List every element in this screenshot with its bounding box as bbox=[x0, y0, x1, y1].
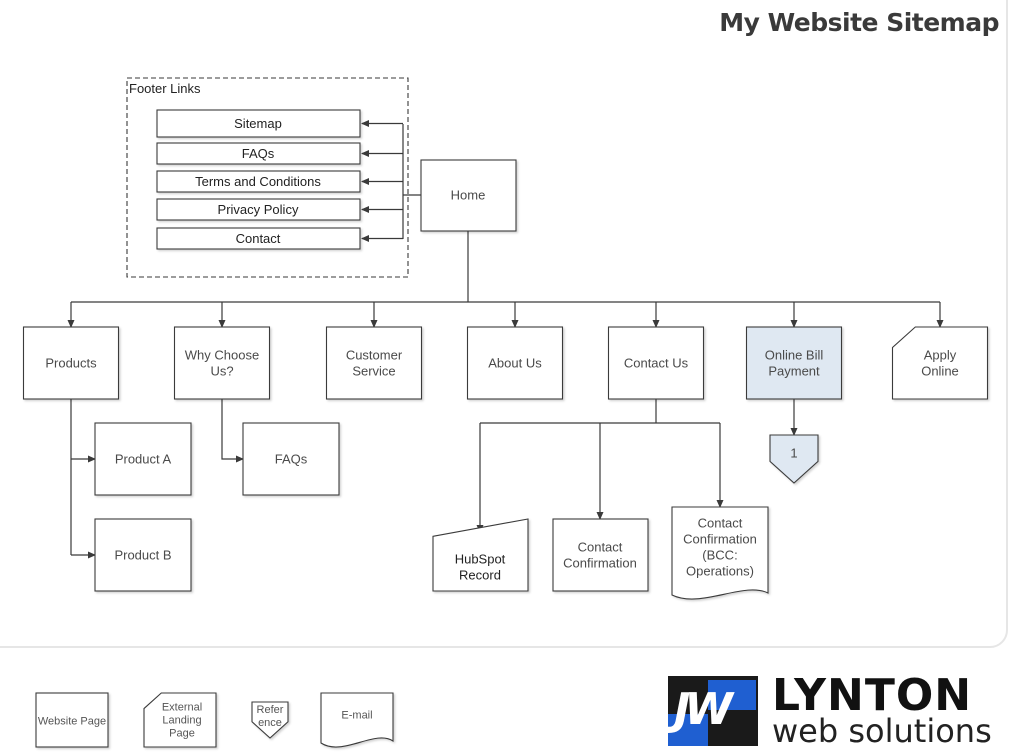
footer-link-label: FAQs bbox=[242, 146, 275, 161]
node-label-line: Refer bbox=[257, 704, 284, 716]
node-label-line: Confirmation bbox=[563, 556, 637, 571]
node-label-line: HubSpot bbox=[455, 552, 506, 567]
footer-link-terms-and-conditions: Terms and Conditions bbox=[156, 170, 361, 193]
node-label-line: Apply bbox=[924, 348, 957, 363]
billing-reference-label: 1 bbox=[790, 446, 797, 461]
node-label-line: Contact bbox=[236, 231, 281, 246]
footer-link-privacy-policy: Privacy Policy bbox=[156, 198, 361, 221]
node-label-line: External bbox=[162, 702, 202, 714]
node-label-line: Service bbox=[352, 364, 395, 379]
node-label-line: Why Choose bbox=[185, 348, 259, 363]
node-hubspot-record-label: HubSpot Record bbox=[455, 552, 506, 583]
node-customer-service-label: Customer Service bbox=[346, 348, 403, 379]
node-label-line: About Us bbox=[488, 356, 542, 371]
node-label-line: Operations) bbox=[686, 564, 754, 579]
node-products-label: Products bbox=[45, 356, 97, 371]
node-apply-online-label: Apply Online bbox=[921, 348, 959, 379]
node-label-line: Product B bbox=[114, 548, 171, 563]
node-label-line: Contact Us bbox=[624, 356, 689, 371]
node-why-faqs-label: FAQs bbox=[275, 452, 308, 467]
node-label-line: (BCC: bbox=[702, 548, 737, 563]
footer-links-label: Footer Links bbox=[129, 81, 201, 96]
node-label-line: 1 bbox=[790, 446, 797, 461]
logo-tagline: web solutions bbox=[772, 712, 992, 750]
node-product-a-label: Product A bbox=[115, 452, 172, 467]
footer-link-sitemap: Sitemap bbox=[156, 109, 361, 138]
node-online-bill-payment-label: Online Bill Payment bbox=[765, 348, 824, 379]
node-label-line: FAQs bbox=[242, 146, 275, 161]
node-label-line: E-mail bbox=[341, 710, 372, 722]
node-label-line: Online bbox=[921, 364, 959, 379]
node-label-line: Landing bbox=[162, 715, 201, 727]
why-child-connector bbox=[221, 399, 244, 463]
sitemap-diagram: Footer Links Sitemap FAQs Terms and Conditi… bbox=[22, 77, 989, 748]
node-contact-us-label: Contact Us bbox=[624, 356, 689, 371]
node-label-line: Customer bbox=[346, 348, 403, 363]
node-label-line: Product A bbox=[115, 452, 172, 467]
lynton-logo: JW LYNTON web solutions bbox=[668, 670, 998, 750]
node-label-line: Home bbox=[451, 188, 486, 203]
logo-mark: JW bbox=[668, 676, 758, 746]
node-about-us-label: About Us bbox=[488, 356, 542, 371]
legend-reference-label: Refer ence bbox=[257, 704, 284, 729]
node-label-line: Payment bbox=[768, 364, 820, 379]
footer-link-label: Privacy Policy bbox=[218, 202, 299, 217]
node-label-line: Sitemap bbox=[234, 116, 282, 131]
node-label-line: Online Bill bbox=[765, 348, 824, 363]
footer-link-faqs: FAQs bbox=[156, 142, 361, 165]
node-label-line: Record bbox=[459, 568, 501, 583]
node-label-line: Website Page bbox=[38, 716, 106, 728]
footer-link-contact: Contact bbox=[156, 227, 361, 250]
legend-website-page-label: Website Page bbox=[38, 716, 106, 728]
node-label-line: Us? bbox=[210, 364, 233, 379]
footer-link-label: Sitemap bbox=[234, 116, 282, 131]
node-label-line: Privacy Policy bbox=[218, 202, 299, 217]
node-label-line: Page bbox=[169, 728, 195, 740]
node-product-b-label: Product B bbox=[114, 548, 171, 563]
node-label-line: ence bbox=[258, 717, 282, 729]
footer-link-label: Contact bbox=[236, 231, 281, 246]
node-label-line: Contact bbox=[578, 540, 623, 555]
home-label: Home bbox=[451, 188, 486, 203]
node-label-line: Products bbox=[45, 356, 97, 371]
node-label-line: Contact bbox=[698, 516, 743, 531]
node-label-line: Terms and Conditions bbox=[195, 174, 321, 189]
node-label-line: FAQs bbox=[275, 452, 308, 467]
footer-link-label: Terms and Conditions bbox=[195, 174, 321, 189]
nodes: Footer Links Sitemap FAQs Terms and Conditi… bbox=[22, 77, 989, 748]
legend-email-label: E-mail bbox=[341, 710, 372, 722]
node-label-line: Confirmation bbox=[683, 532, 757, 547]
logo-mark-text: JW bbox=[674, 684, 733, 735]
